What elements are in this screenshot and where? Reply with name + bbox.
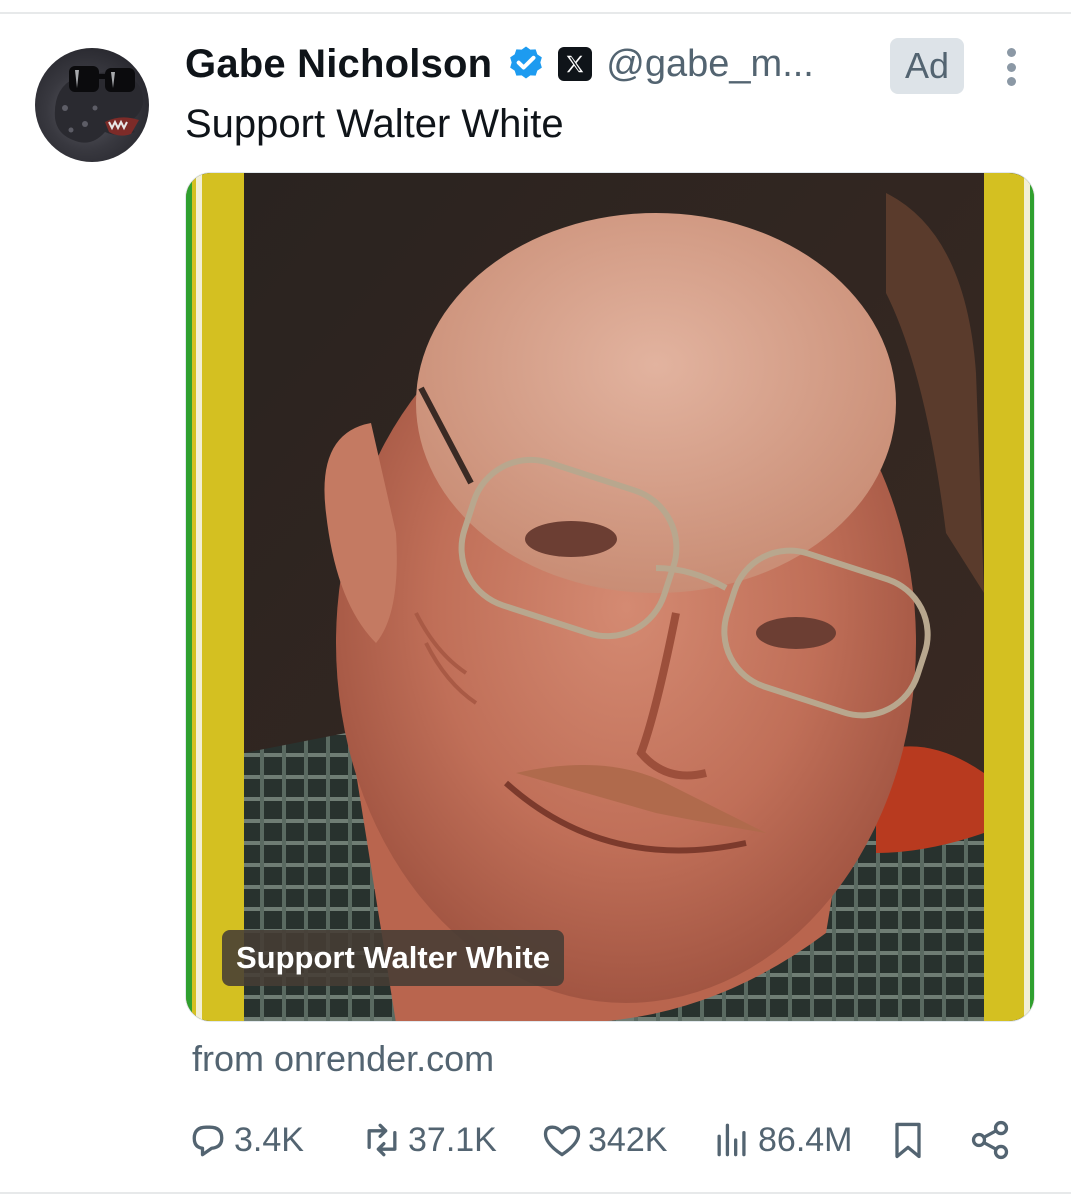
action-bar: 3.4K 37.1K 342K 86.4M — [186, 1110, 1026, 1170]
more-icon[interactable] — [996, 44, 1026, 90]
like-button[interactable]: 342K — [540, 1110, 667, 1170]
repost-count: 37.1K — [408, 1120, 497, 1159]
avatar[interactable] — [35, 48, 149, 162]
repost-icon — [367, 1123, 397, 1157]
share-icon — [971, 1120, 1009, 1160]
views-button[interactable]: 86.4M — [710, 1110, 853, 1170]
author-handle[interactable]: @gabe_m... — [606, 43, 814, 86]
avatar-image — [54, 66, 144, 143]
reply-icon — [192, 1125, 224, 1157]
bookmark-icon — [895, 1122, 921, 1159]
media-photo — [186, 173, 1034, 1021]
repost-button[interactable]: 37.1K — [360, 1110, 497, 1170]
top-divider — [0, 12, 1071, 14]
source-link[interactable]: from onrender.com — [192, 1038, 494, 1080]
tweet-header: Gabe Nicholson @gabe_m... — [185, 36, 814, 92]
views-icon — [717, 1123, 746, 1157]
media-caption: Support Walter White — [222, 930, 564, 986]
like-count: 342K — [588, 1120, 668, 1159]
bookmark-button[interactable] — [886, 1110, 934, 1170]
reply-count: 3.4K — [234, 1120, 304, 1159]
bottom-divider — [0, 1192, 1071, 1194]
tweet-media[interactable]: Support Walter White — [185, 172, 1035, 1022]
like-icon — [543, 1125, 581, 1157]
share-button[interactable] — [968, 1110, 1016, 1170]
author-name[interactable]: Gabe Nicholson — [185, 42, 492, 87]
tweet-text: Support Walter White — [185, 102, 564, 146]
reply-button[interactable]: 3.4K — [186, 1110, 304, 1170]
ad-badge: Ad — [890, 38, 964, 94]
views-count: 86.4M — [758, 1120, 853, 1159]
x-logo-icon — [558, 47, 593, 81]
verified-icon — [510, 46, 543, 79]
